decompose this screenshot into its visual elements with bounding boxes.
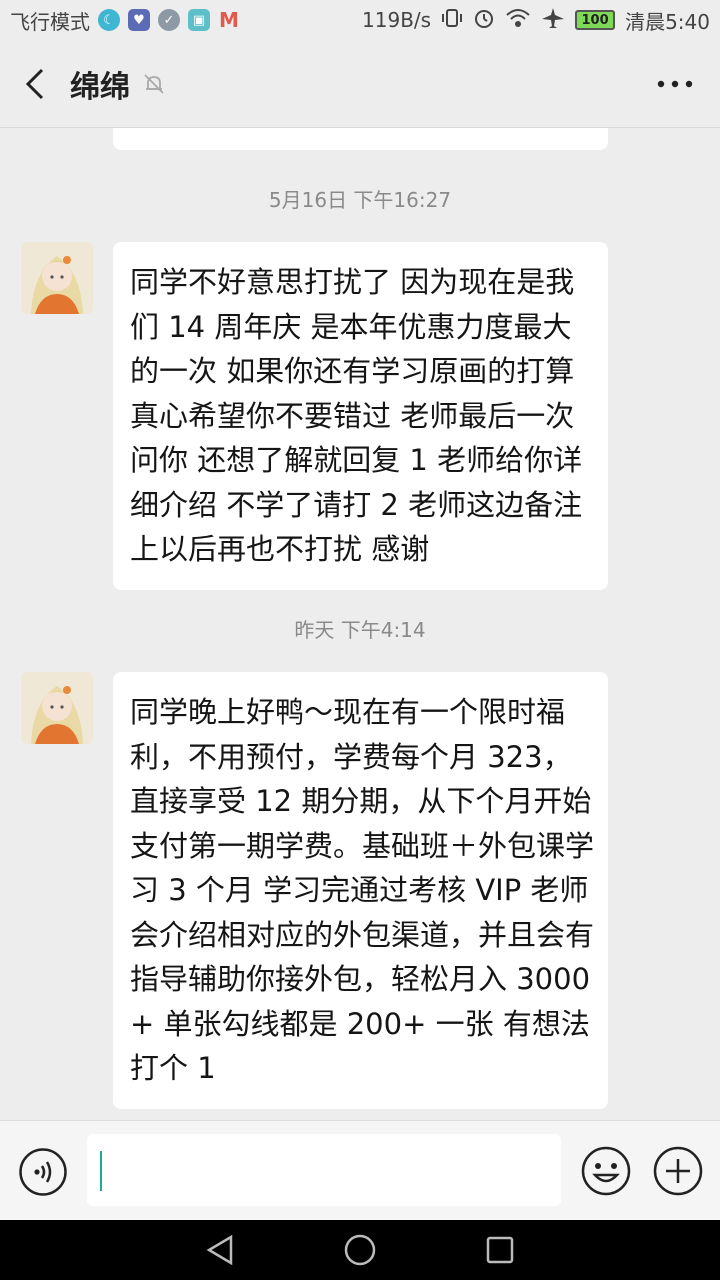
avatar-image xyxy=(21,242,93,314)
back-button[interactable] xyxy=(0,40,70,128)
gallery-icon: ▣ xyxy=(188,9,210,31)
plus-icon xyxy=(653,1146,703,1196)
avatar[interactable] xyxy=(21,242,93,314)
battery-icon: 100 xyxy=(575,10,616,30)
chat-header: 绵绵 xyxy=(0,40,720,128)
wifi-icon xyxy=(505,7,531,34)
gmail-icon: M xyxy=(219,8,239,32)
nav-back-button[interactable] xyxy=(200,1230,240,1270)
emoji-icon xyxy=(581,1146,631,1196)
navigation-bar xyxy=(0,1220,720,1280)
back-arrow-icon xyxy=(25,68,44,99)
nav-recents-icon xyxy=(486,1236,514,1264)
avatar-image xyxy=(21,672,93,744)
nav-home-button[interactable] xyxy=(340,1230,380,1270)
message-input[interactable] xyxy=(87,1134,561,1206)
moon-icon: ☾ xyxy=(98,9,120,31)
input-bar xyxy=(0,1120,720,1220)
airplane-mode-label: 飞行模式 xyxy=(10,9,90,34)
message-bubble[interactable]: 同学不好意思打扰了 因为现在是我们 14 周年庆 是本年优惠力度最大的一次 如果… xyxy=(113,242,608,590)
message-timestamp: 昨天 下午4:14 xyxy=(294,618,426,642)
avatar[interactable] xyxy=(21,672,93,744)
nav-back-icon xyxy=(206,1234,233,1266)
nav-recents-button[interactable] xyxy=(480,1230,520,1270)
more-button[interactable] xyxy=(630,40,720,128)
emoji-button[interactable] xyxy=(580,1145,632,1197)
airplane-icon xyxy=(541,7,565,34)
more-dots-icon xyxy=(657,80,693,87)
voice-icon xyxy=(19,1148,67,1196)
clock: 清晨5:40 xyxy=(625,9,710,34)
chat-title: 绵绵 xyxy=(70,69,130,105)
chat-area[interactable]: 5月16日 下午16:27 同学不好意思打扰了 因为现在是我们 14 周年庆 是… xyxy=(0,128,720,1120)
text-caret xyxy=(100,1151,102,1191)
nav-home-icon xyxy=(344,1234,376,1266)
message-timestamp: 5月16日 下午16:27 xyxy=(268,188,452,212)
alarm-icon xyxy=(473,7,495,34)
status-left: 飞行模式 ☾ ♥ ✓ ▣ M xyxy=(10,6,240,35)
app-icon: ♥ xyxy=(128,9,150,31)
status-bar: 飞行模式 ☾ ♥ ✓ ▣ M 119B/s 100 清晨5:40 xyxy=(0,0,720,40)
mute-bell-icon xyxy=(142,72,166,96)
voice-button[interactable] xyxy=(18,1147,68,1197)
message-bubble[interactable]: 同学晚上好鸭～现在有一个限时福利，不用预付，学费每个月 323，直接享受 12 … xyxy=(113,672,608,1109)
net-speed: 119B/s xyxy=(362,8,432,32)
status-right: 119B/s 100 清晨5:40 xyxy=(362,6,710,35)
vibrate-icon xyxy=(441,7,463,34)
plus-button[interactable] xyxy=(652,1145,704,1197)
check-icon: ✓ xyxy=(158,9,180,31)
message-bubble-partial xyxy=(113,128,608,150)
